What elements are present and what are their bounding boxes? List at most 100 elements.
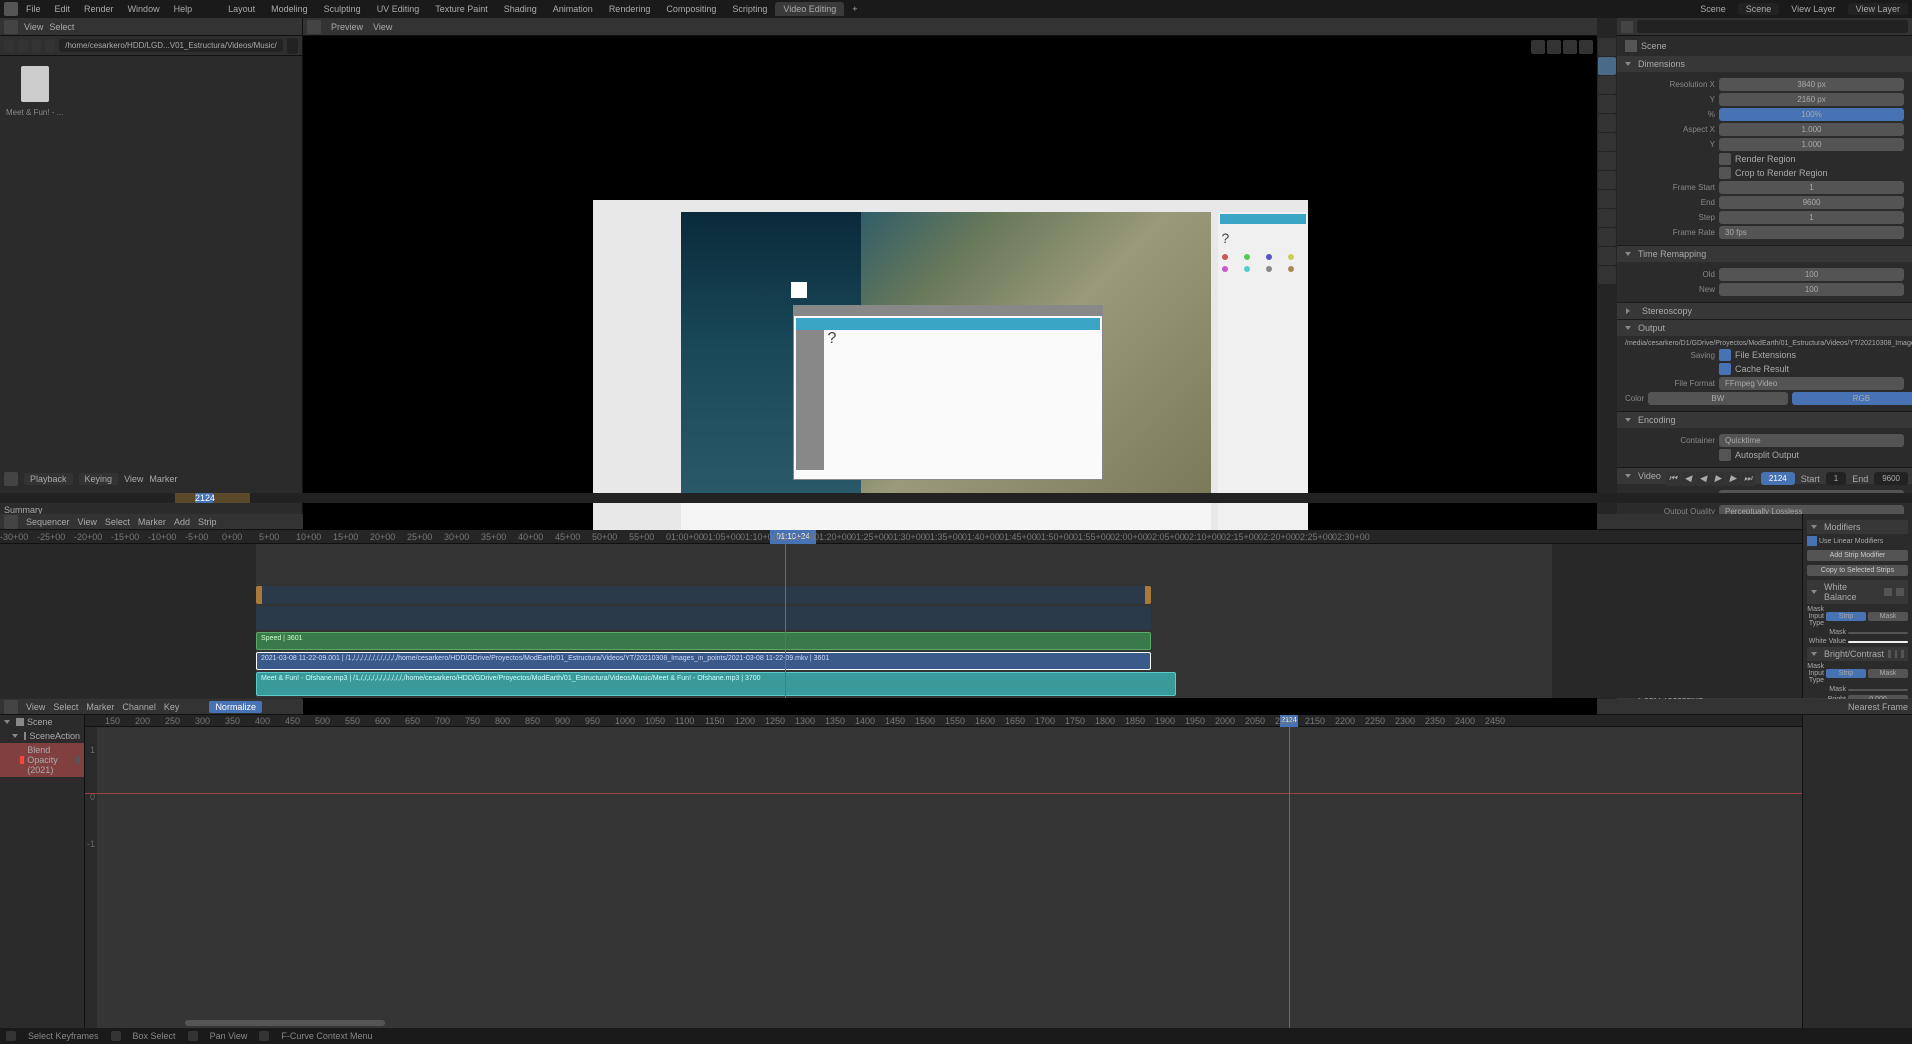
texture-tab-icon[interactable] <box>1598 266 1616 284</box>
timeline-view[interactable]: View <box>124 474 143 484</box>
render-tab-icon[interactable] <box>1598 38 1616 56</box>
proportional-icon[interactable] <box>1804 700 1818 714</box>
tab-scripting[interactable]: Scripting <box>724 2 775 16</box>
tab-compositing[interactable]: Compositing <box>658 2 724 16</box>
play-reverse-icon[interactable]: ◀ <box>1696 472 1710 486</box>
mask-strip-button[interactable]: Strip <box>1826 612 1866 621</box>
audio-waveform-strip[interactable] <box>256 606 1151 630</box>
graph-view[interactable]: View <box>26 702 45 712</box>
old-input[interactable]: 100 <box>1719 268 1904 281</box>
file-fmt-select[interactable]: FFmpeg Video <box>1719 377 1904 390</box>
seq-marker[interactable]: Marker <box>138 517 166 527</box>
stereo-header[interactable]: Stereoscopy <box>1617 303 1912 319</box>
autosplit-check[interactable] <box>1719 449 1731 461</box>
filter-icon[interactable] <box>1826 700 1840 714</box>
mask-mask-button[interactable]: Mask <box>1868 612 1908 621</box>
framerate-select[interactable]: 30 fps <box>1719 226 1904 239</box>
modifiers-header[interactable]: Modifiers <box>1807 520 1908 534</box>
keying-menu[interactable]: Keying <box>79 473 119 485</box>
menu-file[interactable]: File <box>20 2 47 16</box>
speed-strip[interactable]: Speed | 3601 <box>256 632 1151 650</box>
menu-edit[interactable]: Edit <box>49 2 77 16</box>
timeline-playhead[interactable]: 2124 <box>195 493 213 503</box>
seq-strip[interactable]: Strip <box>198 517 217 527</box>
eye-icon[interactable] <box>1884 588 1892 596</box>
video-strip[interactable]: 2021-03-08 11-22-09.001 | /1,/,/,/,/,/,/… <box>256 652 1151 670</box>
cache-check[interactable] <box>1719 363 1731 375</box>
close-icon[interactable] <box>1896 588 1904 596</box>
h-scrollbar[interactable] <box>185 1020 385 1026</box>
scene-selector[interactable]: Scene <box>1738 3 1780 15</box>
normalize-button[interactable]: Normalize <box>209 701 262 713</box>
material-tab-icon[interactable] <box>1598 247 1616 265</box>
seq-view[interactable]: View <box>78 517 97 527</box>
overlay-icon[interactable] <box>1579 40 1593 54</box>
tab-video-editing[interactable]: Video Editing <box>775 2 844 16</box>
mask-strip-button[interactable]: Strip <box>1826 669 1866 678</box>
res-x-input[interactable]: 3840 px <box>1719 78 1904 91</box>
seq-playhead-line[interactable] <box>785 544 786 698</box>
crop-check[interactable] <box>1719 167 1731 179</box>
fit-icon[interactable] <box>1547 40 1561 54</box>
fcurve-line[interactable] <box>85 793 1802 794</box>
scene-name[interactable]: Scene <box>1641 41 1667 51</box>
preview-mode[interactable]: Preview <box>331 22 363 32</box>
timeremap-header[interactable]: Time Remapping <box>1617 246 1912 262</box>
audio-waveform-strip[interactable] <box>256 586 1151 604</box>
tab-add[interactable]: + <box>844 2 865 16</box>
eye-icon[interactable] <box>1888 650 1891 658</box>
zoom-icon[interactable] <box>1531 40 1545 54</box>
tab-texture[interactable]: Texture Paint <box>427 2 496 16</box>
scene-tab-icon[interactable] <box>1598 95 1616 113</box>
tab-shading[interactable]: Shading <box>496 2 545 16</box>
editor-type-icon[interactable] <box>4 20 18 34</box>
forward-icon[interactable] <box>18 39 28 53</box>
render-region-check[interactable] <box>1719 153 1731 165</box>
menu-render[interactable]: Render <box>78 2 120 16</box>
aspect-y-input[interactable]: 1.000 <box>1719 138 1904 151</box>
search-icon[interactable] <box>287 38 298 54</box>
container-select[interactable]: Quicktime <box>1719 434 1904 447</box>
props-search[interactable] <box>1637 20 1908 33</box>
jump-end-icon[interactable]: ⏭ <box>1741 472 1755 486</box>
editor-type-icon[interactable] <box>4 515 18 529</box>
modifier-tab-icon[interactable] <box>1598 152 1616 170</box>
end-frame-input[interactable]: 9600 <box>1874 472 1908 485</box>
file-ext-check[interactable] <box>1719 349 1731 361</box>
editor-type-icon[interactable] <box>307 20 321 34</box>
menu-help[interactable]: Help <box>168 2 199 16</box>
res-pct-input[interactable]: 100% <box>1719 108 1904 121</box>
encoding-header[interactable]: Encoding <box>1617 412 1912 428</box>
graph-channel[interactable]: Channel <box>122 702 156 712</box>
frame-start-input[interactable]: 1 <box>1719 181 1904 194</box>
seq-ruler[interactable]: 01:10+24 -30+00-25+00-20+00-15+00-10+00-… <box>0 530 1802 544</box>
audio-strip[interactable]: Meet & Fun! - Ofshane.mp3 | /1,/,/,/,/,/… <box>256 672 1176 696</box>
graph-select[interactable]: Select <box>53 702 78 712</box>
graph-marker[interactable]: Marker <box>86 702 114 712</box>
res-y-input[interactable]: 2160 px <box>1719 93 1904 106</box>
close-icon[interactable] <box>1901 650 1904 658</box>
tab-sculpting[interactable]: Sculpting <box>316 2 369 16</box>
timeline-ruler[interactable]: 2124 <box>0 493 1912 503</box>
snap-mode[interactable]: Nearest Frame <box>1848 702 1908 712</box>
seq-mode[interactable]: Sequencer <box>26 517 70 527</box>
new-input[interactable]: 100 <box>1719 283 1904 296</box>
color-bw-button[interactable]: BW <box>1648 392 1788 405</box>
editor-type-icon[interactable] <box>4 472 18 486</box>
mask-select[interactable] <box>1848 632 1908 634</box>
frame-end-input[interactable]: 9600 <box>1719 196 1904 209</box>
particles-tab-icon[interactable] <box>1598 171 1616 189</box>
graph-key[interactable]: Key <box>164 702 180 712</box>
seq-add[interactable]: Add <box>174 517 190 527</box>
fb-select[interactable]: Select <box>49 22 74 32</box>
constraints-tab-icon[interactable] <box>1598 209 1616 227</box>
graph-item-action[interactable]: SceneAction <box>0 729 84 743</box>
editor-type-icon[interactable] <box>4 700 18 714</box>
lock-icon[interactable] <box>76 756 80 764</box>
bright-contrast-header[interactable]: Bright/Contrast <box>1807 647 1908 661</box>
graph-canvas[interactable]: 2124 15020025030035040045050055060065070… <box>85 715 1802 1028</box>
menu-window[interactable]: Window <box>122 2 166 16</box>
output-path-input[interactable]: /media/cesarkero/D1/GDrive/Proyectos/Mod… <box>1625 340 1904 347</box>
playback-menu[interactable]: Playback <box>24 473 73 485</box>
path-input[interactable]: /home/cesarkero/HDD/LGD...V01_Estructura… <box>59 39 283 52</box>
